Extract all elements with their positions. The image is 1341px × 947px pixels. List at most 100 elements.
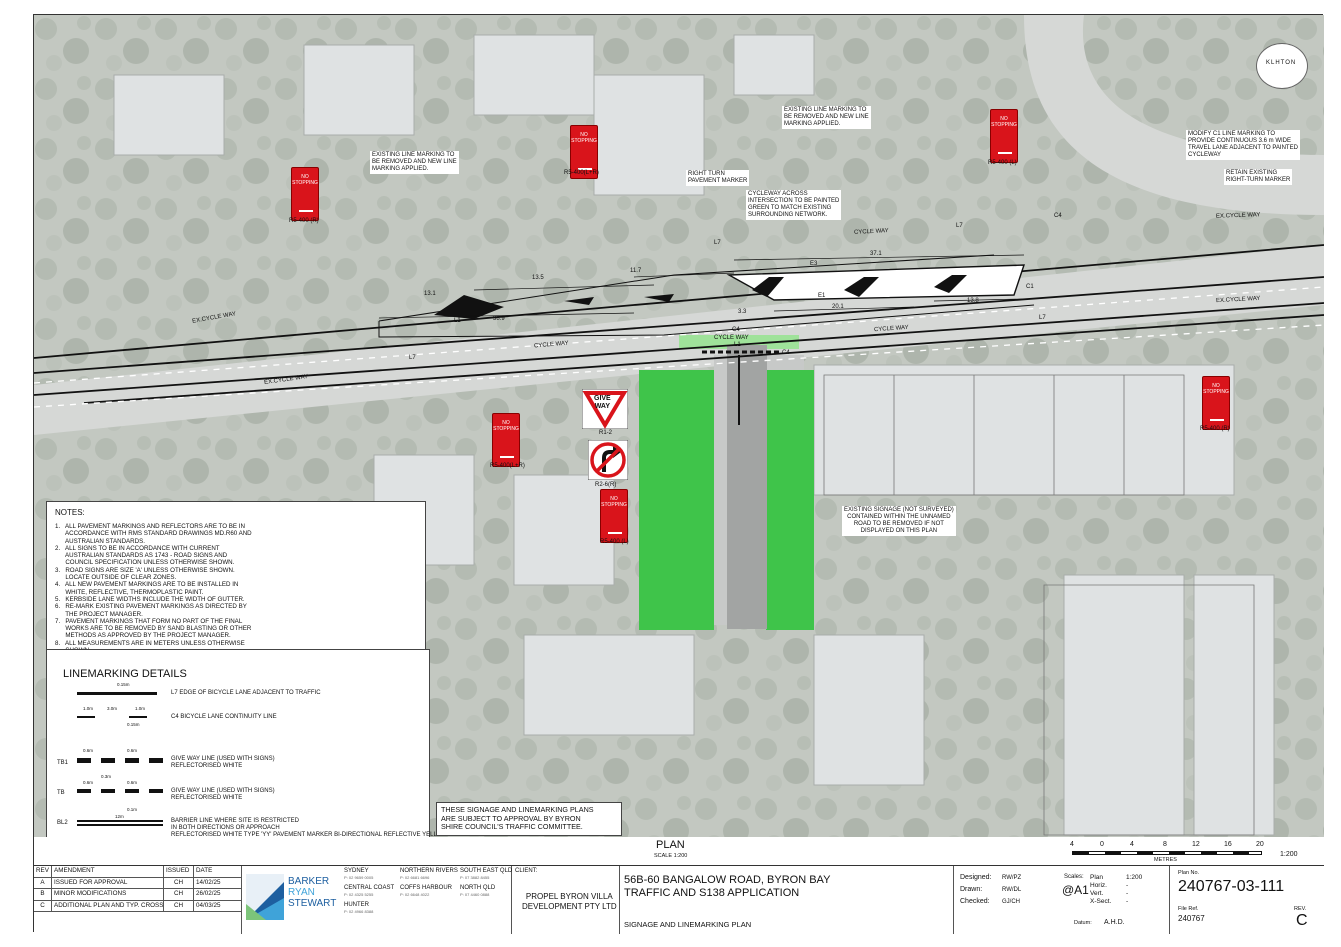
lm-desc: L7 EDGE OF BICYCLE LANE ADJACENT TO TRAF… [171, 690, 321, 696]
line-code: E1 [818, 293, 826, 299]
sign-text: NO STOPPING [493, 420, 519, 432]
office-phone: P: 02 6648 4022 [400, 892, 430, 897]
scale-tick: 16 [1224, 841, 1232, 848]
line-code: C4 [782, 350, 790, 356]
line-code: C1 [1026, 284, 1034, 290]
lm-code: TB [57, 790, 65, 796]
no-right-turn-sign-icon [588, 440, 628, 480]
note-item: 3. ROAD SIGNS ARE SIZE 'A' UNLESS OTHERW… [55, 566, 235, 582]
company-name: BARKER [288, 876, 330, 887]
scale-tick: 0 [1100, 841, 1104, 848]
plan-no: 240767-03-111 [1178, 878, 1285, 895]
office-phone: P: 07 4460 0888 [460, 892, 490, 897]
lm-code: BL2 [57, 820, 68, 826]
lm-dim: 0.1m [127, 807, 138, 812]
callout-right-turn-marker: RIGHT TURN PAVEMENT MARKER [686, 170, 750, 186]
callout-cycleway-green: CYCLEWAY ACROSS INTERSECTION TO BE PAINT… [746, 190, 842, 220]
office-phone: P: 02 4966 8388 [344, 909, 374, 914]
no-stopping-sign-icon: NO STOPPING [600, 489, 628, 543]
xsect-label: X-Sect. [1090, 898, 1112, 905]
sheet-size: @A1 [1062, 883, 1089, 897]
lm-dim: 0.6m [83, 780, 94, 785]
rev-cell: 26/02/25 [194, 889, 242, 901]
line-code: E3 [810, 261, 818, 267]
rev-value: C [1296, 912, 1308, 929]
notes-title: NOTES: [55, 508, 85, 517]
project-block: 56B-60 BANGALOW ROAD, BYRON BAY TRAFFIC … [620, 866, 954, 934]
office-name: SOUTH EAST QLD [460, 868, 513, 874]
scale-tick: 8 [1163, 841, 1167, 848]
horiz-label: Horiz. [1090, 882, 1107, 889]
company-block: BARKER RYAN STEWART SYDNEY P: 02 9659 00… [242, 866, 512, 934]
scale-unit: METRES [1154, 857, 1177, 863]
sign-text: NO STOPPING [1203, 383, 1229, 395]
lm-dim: 3.0m [107, 706, 118, 711]
office-phone: P: 02 9659 0005 [344, 875, 374, 880]
callout-existing-line-marking-left: EXISTING LINE MARKING TO BE REMOVED AND … [370, 151, 459, 174]
scale-tick: 12 [1192, 841, 1200, 848]
lm-desc: GIVE WAY LINE (USED WITH SIGNS) REFLECTO… [171, 756, 275, 769]
plan-title: PLAN [656, 839, 685, 851]
lm-dim: 1.0m [83, 706, 94, 711]
north-arrow-icon: KLHTON [1256, 43, 1308, 89]
plan-area: KLHTON NO STOPPING R5-400 (R) NO STOPPIN… [34, 15, 1324, 865]
rev-cell: 04/03/25 [194, 901, 242, 912]
rev-cell: CH [164, 889, 194, 901]
drawing-title: SIGNAGE AND LINEMARKING PLAN [624, 920, 752, 929]
line-code: L7 [956, 223, 963, 229]
dimension-label: 13.8 [967, 298, 979, 304]
office-phone: P: 02 4325 5255 [344, 892, 374, 897]
lm-dim: 0.15m [117, 682, 130, 687]
drawn-label: Drawn: [960, 886, 983, 893]
callout-existing-line-marking-right: EXISTING LINE MARKING TO BE REMOVED AND … [782, 106, 871, 129]
scale-ratio: 1:200 [1280, 851, 1298, 858]
sign-label: R5-400 (R) [1200, 426, 1230, 432]
plan-no-label: Plan No. [1178, 870, 1200, 876]
line-code: C4 [732, 327, 740, 333]
callout-retain-marker: RETAIN EXISTING RIGHT-TURN MARKER [1224, 169, 1293, 185]
rev-cell: ISSUED FOR APPROVAL [52, 877, 164, 889]
approval-note: THESE SIGNAGE AND LINEMARKING PLANS ARE … [436, 802, 622, 836]
line-code: L7 [1039, 315, 1046, 321]
plan-scale-value: 1:200 [1126, 874, 1143, 881]
datum-label: Datum: [1074, 920, 1092, 926]
no-right-code: R2-6(R) [595, 482, 617, 488]
office-phone: P: 07 3882 8455 [460, 875, 490, 880]
office-name: NORTHERN RIVERS [400, 868, 458, 874]
plan-scale-label: Plan [1090, 874, 1104, 881]
client-label: CLIENT: [515, 868, 538, 874]
dimension-label: 20.1 [832, 304, 844, 310]
plan-number-block: Plan No. 240767-03-111 File Ref. 240767 … [1170, 866, 1324, 934]
rev-header: ISSUED [164, 866, 194, 878]
green-verge-right [766, 370, 814, 630]
sign-text: NO STOPPING [571, 132, 597, 144]
drawn-value: RW/DL [1002, 887, 1022, 893]
line-code: L1 [454, 318, 461, 324]
client-name: PROPEL BYRON VILLA DEVELOPMENT PTY LTD [522, 892, 617, 911]
rev-cell: CH [164, 900, 194, 912]
dimension-label: 11.7 [630, 268, 642, 274]
sign-text: NO STOPPING [601, 496, 627, 508]
lm-dim: 0.15m [127, 722, 140, 727]
drafting-block: Designed: RW/PZ Drawn: RW/DL Checked: GJ… [954, 866, 1170, 934]
note-item: 4. ALL NEW PAVEMENT MARKINGS ARE TO BE I… [55, 581, 239, 596]
dimension-label: 13.5 [532, 275, 544, 281]
lm-dim: 12m [115, 814, 124, 819]
give-way-code: R1-2 [599, 430, 613, 436]
linemarking-title: LINEMARKING DETAILS [63, 668, 187, 680]
callout-modify-c1: MODIFY C1 LINE MARKING TO PROVIDE CONTIN… [1186, 130, 1300, 160]
rev-cell: ADDITIONAL PLAN AND TYP. CROSS SECTION [52, 900, 164, 912]
linemarking-panel: LINEMARKING DETAILS 0.15m L7 EDGE OF BIC… [46, 649, 447, 839]
office-name: NORTH QLD [460, 885, 496, 891]
xsect-value: - [1126, 898, 1129, 905]
plan-scale: SCALE 1:200 [654, 853, 688, 859]
file-ref-label: File Ref. [1178, 906, 1199, 912]
project-title: 56B-60 BANGALOW ROAD, BYRON BAY TRAFFIC … [624, 874, 831, 899]
rev-header: DATE [194, 866, 242, 878]
sign-label: R5-400 (R) [289, 218, 319, 224]
lm-dim: 0.6m [127, 780, 138, 785]
office-phone: P: 02 6681 6696 [400, 875, 430, 880]
green-verge-left [639, 370, 714, 630]
vert-label: Vert. [1090, 890, 1104, 897]
line-code: L7 [409, 355, 416, 361]
